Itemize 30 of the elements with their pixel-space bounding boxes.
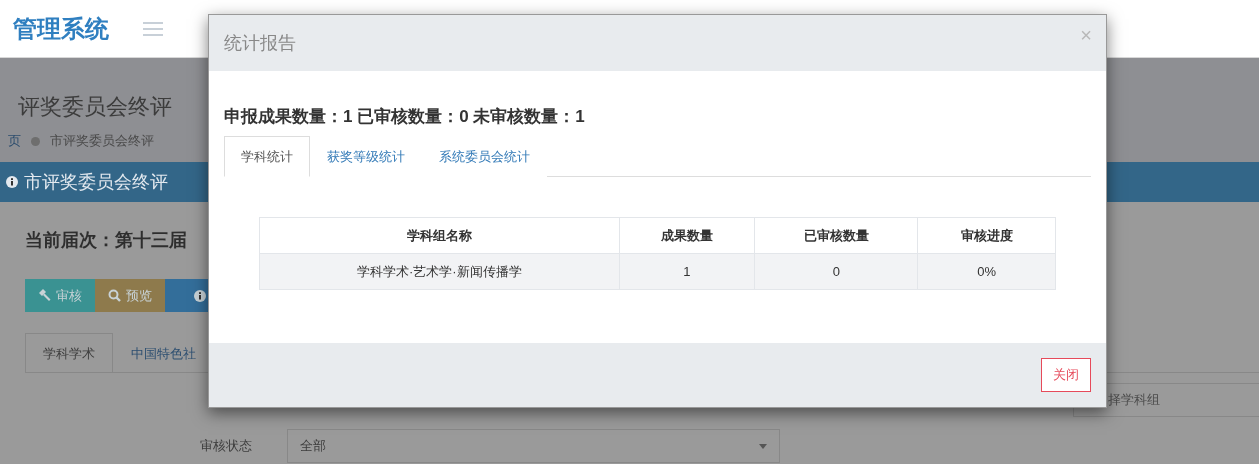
status-label: 审核状态 [200,437,253,455]
info-icon [194,289,206,302]
info-icon [6,176,18,188]
breadcrumb-link[interactable]: 页 [8,132,21,150]
column-header: 学科组名称 [259,217,619,254]
caret-icon [759,443,767,449]
table-cell: 0 [754,253,918,290]
table-cell: 1 [619,253,755,290]
page-title: 评奖委员会终评 [18,93,172,121]
column-header: 审核进度 [917,217,1056,254]
table-cell: 学科学术·艺术学·新闻传播学 [259,253,619,290]
hammer-icon [38,289,51,302]
close-button[interactable]: 关闭 [1041,358,1091,392]
column-header: 已审核数量 [754,217,918,254]
column-header: 成果数量 [619,217,755,254]
summary-text: 申报成果数量：1 已审核数量：0 未审核数量：1 [224,106,586,128]
preview-button[interactable]: 预览 [95,279,165,312]
breadcrumb-current: 市评奖委员会终评 [50,132,154,150]
breadcrumb-separator [31,136,40,146]
session-label: 当前届次：第十三届 [25,229,187,252]
search-icon [108,289,121,302]
table-cell: 0% [917,253,1056,290]
category-tab[interactable]: 学科学术 [25,333,113,373]
stats-tab[interactable]: 学科统计 [224,136,310,177]
app-logo: 管理系统 [13,13,109,44]
category-tab[interactable]: 中国特色社 [113,333,214,373]
dialog-title: 统计报告 [224,32,296,55]
panel-title: 市评奖委员会终评 [24,171,168,194]
status-select[interactable]: 全部 [287,429,780,463]
audit-button[interactable]: 审核 [25,279,95,312]
